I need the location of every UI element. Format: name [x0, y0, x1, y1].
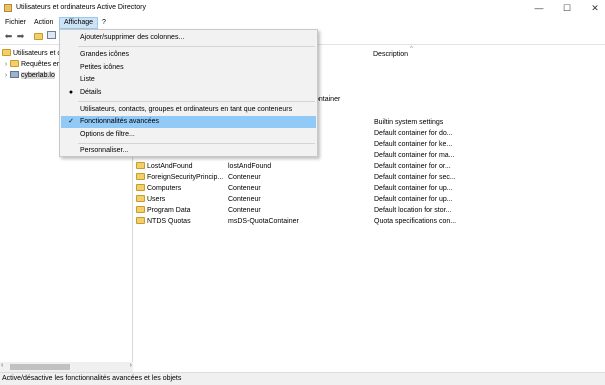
status-bar: Active/désactive les fonctionnalités ava… [0, 372, 605, 385]
maximize-button[interactable]: ☐ [556, 2, 578, 14]
menu-item-small-icons[interactable]: Petites icônes [61, 62, 316, 74]
tree-item-queries[interactable]: › Requêtes er [2, 59, 59, 70]
up-folder-icon[interactable] [33, 31, 44, 42]
menu-item-add-remove-columns[interactable]: Ajouter/supprimer des colonnes... [61, 32, 316, 44]
table-row[interactable]: Program Data Conteneur Default location fo… [136, 205, 601, 216]
scroll-right-icon[interactable]: › [130, 362, 132, 369]
menu-action[interactable]: Action [30, 17, 57, 29]
folder-icon [136, 162, 145, 169]
menu-fichier[interactable]: Fichier [1, 17, 30, 29]
sort-caret-icon: ^ [410, 46, 413, 52]
table-row[interactable]: Computers Conteneur Default container for … [136, 183, 601, 194]
tree-item-domain[interactable]: › cyberlab.lo [2, 70, 55, 81]
chevron-right-icon[interactable]: › [2, 59, 10, 70]
menu-separator [78, 46, 315, 47]
menu-separator [78, 101, 315, 102]
folder-icon [136, 195, 145, 202]
table-row[interactable]: LostAndFound lostAndFound Default containe… [136, 161, 601, 172]
domain-icon [10, 71, 19, 78]
scroll-left-icon[interactable]: ‹ [1, 362, 3, 369]
menu-item-large-icons[interactable]: Grandes icônes [61, 49, 316, 61]
menu-item-users-as-containers[interactable]: Utilisateurs, contacts, groupes et ordin… [61, 104, 316, 116]
folder-icon [136, 184, 145, 191]
tree-horizontal-scrollbar[interactable]: ‹ › [0, 362, 133, 372]
folder-icon [136, 206, 145, 213]
table-row[interactable]: NTDS Quotas msDS-QuotaContainer Quota spec… [136, 216, 601, 227]
table-row[interactable]: ForeignSecurityPrincip... Conteneur Defaul… [136, 172, 601, 183]
scroll-thumb[interactable] [10, 364, 70, 370]
menu-affichage[interactable]: Affichage [59, 17, 99, 29]
checkmark-icon: ✓ [68, 118, 74, 125]
back-arrow-icon[interactable]: ⬅ [3, 31, 14, 42]
menu-item-advanced-features[interactable]: ✓ Fonctionnalités avancées [61, 116, 316, 128]
folder-icon [2, 49, 11, 56]
menu-item-list[interactable]: Liste [61, 74, 316, 86]
affichage-dropdown-menu: Ajouter/supprimer des colonnes... Grande… [59, 29, 318, 157]
minimize-button[interactable]: — [528, 2, 550, 14]
partial-type-text: ontainer [315, 96, 341, 103]
radio-bullet-icon: ● [68, 89, 74, 96]
folder-icon [10, 60, 19, 67]
app-icon [4, 4, 12, 12]
folder-icon [136, 173, 145, 180]
menu-item-filter-options[interactable]: Options de filtre... [61, 129, 316, 141]
menu-separator [78, 143, 315, 144]
chevron-right-icon[interactable]: › [2, 70, 10, 81]
title-bar: Utilisateurs et ordinateurs Active Direc… [0, 0, 605, 17]
tree-item-root[interactable]: Utilisateurs et c [2, 48, 61, 59]
close-button[interactable]: ✕ [584, 2, 605, 14]
menu-item-customize[interactable]: Personnaliser... [61, 145, 316, 157]
window-title: Utilisateurs et ordinateurs Active Direc… [16, 4, 146, 11]
folder-icon [136, 217, 145, 224]
menu-bar: Fichier Action Affichage ? [0, 17, 605, 29]
table-row[interactable]: Users Conteneur Default container for up..… [136, 194, 601, 205]
menu-item-details[interactable]: ● Détails [61, 87, 316, 99]
forward-arrow-icon[interactable]: ➡ [15, 31, 26, 42]
column-header-description[interactable]: Description [373, 48, 408, 62]
menu-help[interactable]: ? [98, 17, 110, 29]
console-tree-icon[interactable] [46, 31, 57, 42]
